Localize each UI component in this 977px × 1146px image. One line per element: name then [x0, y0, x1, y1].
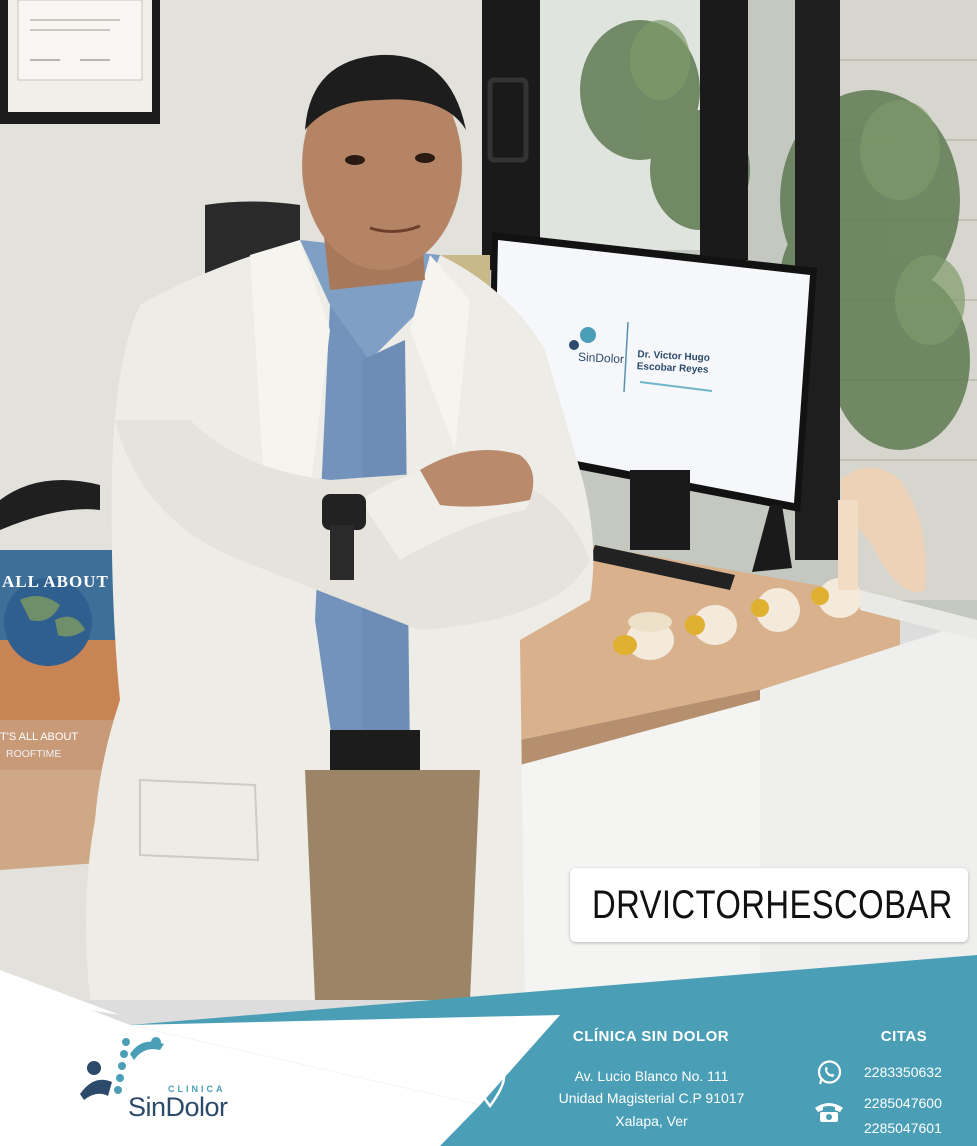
poster-headline: ALL ABOUT [2, 572, 109, 591]
phone-number-1[interactable]: 2285047600 [864, 1095, 974, 1111]
telephone-icon [815, 1103, 843, 1122]
instagram-handle-text: DRVICTORHESCOBAR [592, 882, 953, 927]
citas-title: CITAS [880, 1028, 928, 1045]
location-pin-icon [474, 1060, 506, 1109]
address-line1: Av. Lucio Blanco No. 111 [574, 1068, 729, 1084]
logo-brand-label: SinDolor [128, 1092, 228, 1122]
address-line3: Xalapa, Ver [615, 1113, 688, 1129]
poster-caption-line2: ROOFTIME [6, 748, 62, 760]
whatsapp-number[interactable]: 2283350632 [864, 1064, 974, 1080]
address-line2: Unidad Magisterial C.P 91017 [558, 1090, 745, 1106]
whatsapp-icon [817, 1060, 842, 1085]
poster-caption-line1: T'S ALL ABOUT [0, 731, 79, 743]
phone-number-2[interactable]: 2285047601 [864, 1120, 974, 1136]
monitor-logo-text: SinDolor [577, 349, 625, 367]
monitor-doctor-name: Dr. Victor Hugo Escobar Reyes [636, 349, 710, 377]
clinic-title: CLÍNICA SIN DOLOR [572, 1028, 730, 1045]
instagram-handle-badge[interactable]: DRVICTORHESCOBAR [570, 868, 968, 942]
